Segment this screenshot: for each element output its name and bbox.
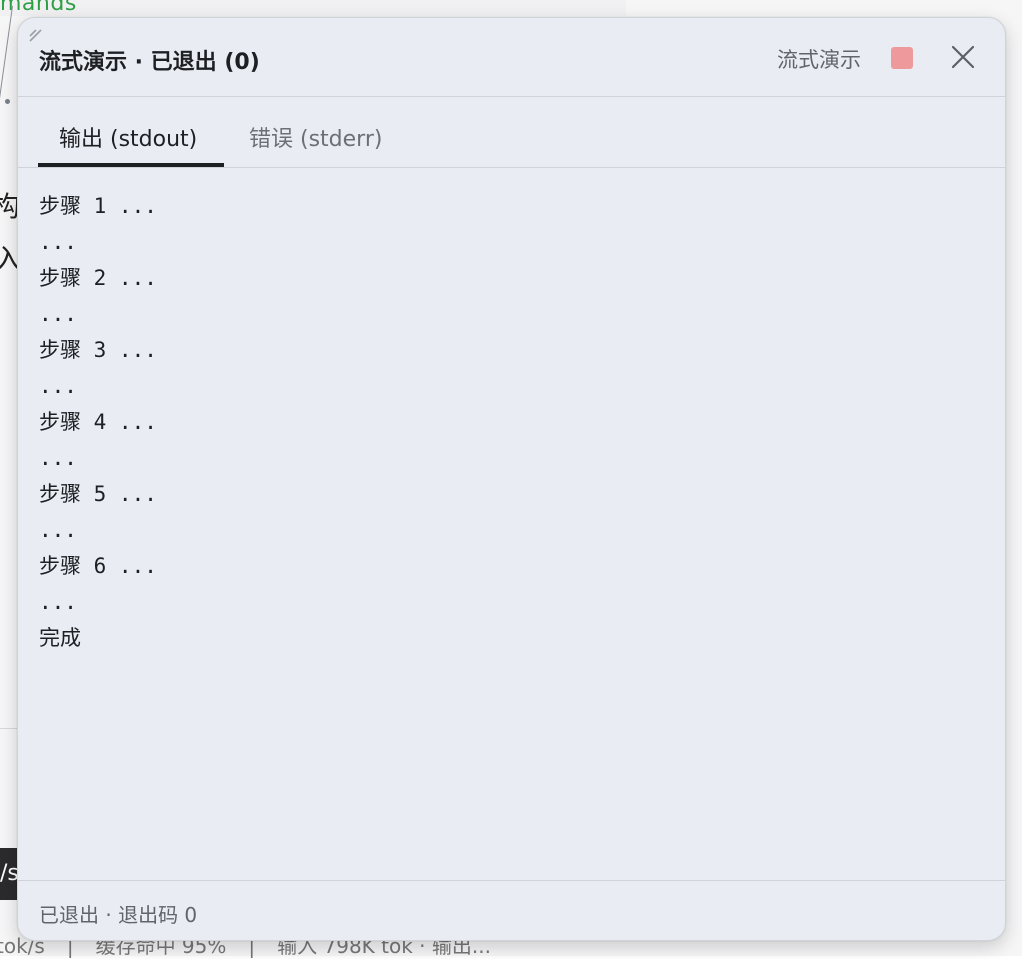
output-line: 完成 (39, 626, 81, 650)
background-dark-chip-text: /s (0, 861, 18, 886)
output-line: 步骤 4 ... (39, 410, 157, 434)
process-output-panel: 流式演示 · 已退出 (0) 流式演示 输出 (stdout) 错误 (stde… (17, 17, 1006, 941)
output-line: ... (39, 302, 77, 326)
output-line: ... (39, 590, 77, 614)
output-line: 步骤 1 ... (39, 194, 157, 218)
close-icon[interactable] (948, 42, 978, 72)
process-name-label: 流式演示 (777, 48, 861, 72)
panel-title: 流式演示 · 已退出 (0) (39, 50, 260, 75)
output-line: ... (39, 518, 77, 542)
background-connector-dot (5, 99, 10, 104)
output-line: ... (39, 446, 77, 470)
output-line: ... (39, 230, 77, 254)
output-line: 步骤 2 ... (39, 266, 157, 290)
output-line: ... (39, 374, 77, 398)
background-connector-line (0, 6, 13, 102)
active-tab-indicator (38, 163, 224, 167)
panel-footer: 已退出 · 退出码 0 (18, 880, 1005, 940)
tab-stderr[interactable]: 错误 (stderr) (249, 121, 382, 153)
output-line: 步骤 5 ... (39, 482, 157, 506)
exit-status: 已退出 · 退出码 0 (39, 903, 198, 927)
panel-header: 流式演示 · 已退出 (0) 流式演示 (18, 18, 1005, 97)
output-tabs: 输出 (stdout) 错误 (stderr) (18, 97, 1005, 168)
output-line: 步骤 6 ... (39, 554, 157, 578)
background-dark-chip: /s (0, 848, 18, 900)
stop-button[interactable] (891, 47, 913, 69)
output-line: 步骤 3 ... (39, 338, 157, 362)
background-top-strip (0, 0, 626, 16)
tab-stdout[interactable]: 输出 (stdout) (59, 121, 197, 153)
stdout-output[interactable]: 步骤 1 ... ... 步骤 2 ... ... 步骤 3 ... ... 步… (39, 188, 979, 868)
